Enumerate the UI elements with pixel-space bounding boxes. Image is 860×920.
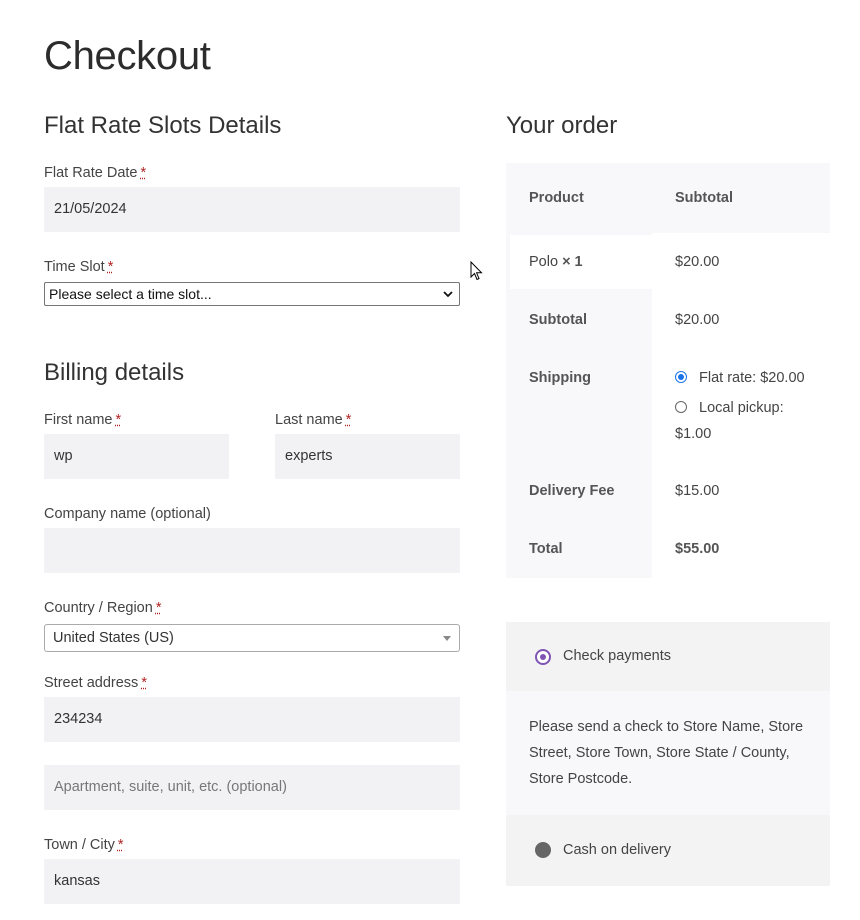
first-name-label-text: First name	[44, 412, 113, 428]
last-name-label-text: Last name	[275, 412, 343, 428]
date-label-text: Flat Rate Date	[44, 165, 138, 181]
slots-heading: Flat Rate Slots Details	[44, 112, 282, 139]
apartment-field[interactable]: Apartment, suite, unit, etc. (optional)	[44, 765, 460, 810]
subtotal-value: $20.00	[675, 312, 720, 328]
city-label: Town / City *	[44, 837, 124, 853]
company-field[interactable]	[44, 528, 460, 573]
country-label: Country / Region *	[44, 600, 161, 616]
required-mark: *	[140, 165, 147, 181]
shipping-label: Shipping	[529, 370, 592, 386]
order-item-name: Polo × 1	[529, 254, 583, 270]
last-name-label: Last name *	[275, 412, 351, 428]
shipping-flat-rate-radio[interactable]	[675, 371, 687, 383]
time-slot-value: Please select a time slot...	[49, 286, 212, 302]
order-table: Product Subtotal Polo × 1 $20.00 Subtota…	[506, 163, 830, 578]
delivery-fee-value: $15.00	[675, 483, 720, 499]
col-subtotal-header: Subtotal	[675, 190, 733, 206]
first-name-field[interactable]: wp	[44, 434, 229, 479]
shipping-local-pickup-radio[interactable]	[675, 401, 687, 413]
city-label-text: Town / City	[44, 837, 115, 853]
country-value: United States (US)	[53, 630, 174, 646]
street-label: Street address *	[44, 675, 147, 691]
street-address-field[interactable]: 234234	[44, 697, 460, 742]
payment-method-cod[interactable]: Cash on delivery	[506, 815, 830, 886]
check-payments-label[interactable]: Check payments	[563, 648, 671, 664]
country-label-text: Country / Region	[44, 600, 153, 616]
billing-heading: Billing details	[44, 359, 185, 386]
page-title: Checkout	[44, 34, 211, 78]
last-name-field[interactable]: experts	[275, 434, 460, 479]
description-line: Please send a check to Store Name, Store	[529, 719, 804, 735]
country-select[interactable]: United States (US)	[44, 624, 460, 652]
check-payments-description: Please send a check to Store Name, Store…	[506, 691, 830, 815]
date-label: Flat Rate Date *	[44, 165, 146, 181]
description-line: Store Postcode.	[529, 771, 633, 787]
description-line: Street, Store Town, Store State / County…	[529, 745, 790, 761]
required-mark: *	[117, 837, 124, 853]
cash-on-delivery-label[interactable]: Cash on delivery	[563, 842, 671, 858]
col-product-header: Product	[529, 190, 584, 206]
required-mark: *	[141, 675, 147, 691]
shipping-flat-rate-label[interactable]: Flat rate: $20.00	[699, 370, 805, 386]
cash-on-delivery-radio[interactable]	[535, 842, 551, 858]
required-mark: *	[155, 600, 162, 616]
payment-method-check[interactable]: Check payments	[506, 622, 830, 691]
item-qty: × 1	[562, 254, 583, 270]
order-heading: Your order	[506, 112, 618, 139]
company-label: Company name (optional)	[44, 506, 211, 522]
time-slot-select[interactable]: Please select a time slot...	[44, 282, 460, 306]
item-name-text: Polo	[529, 254, 559, 270]
time-slot-label: Time Slot *	[44, 259, 113, 275]
required-mark: *	[115, 412, 122, 428]
total-label: Total	[529, 541, 563, 557]
subtotal-label: Subtotal	[529, 312, 587, 328]
total-value: $55.00	[675, 541, 720, 557]
city-field[interactable]: kansas	[44, 859, 460, 904]
required-mark: *	[107, 259, 114, 275]
chevron-down-icon	[443, 285, 453, 307]
mouse-pointer-icon	[470, 260, 484, 286]
order-item-price: $20.00	[675, 254, 720, 270]
delivery-fee-label: Delivery Fee	[529, 483, 615, 499]
shipping-local-pickup-price: $1.00	[675, 426, 712, 442]
caret-down-icon	[443, 636, 451, 641]
time-slot-label-text: Time Slot	[44, 259, 105, 275]
shipping-local-pickup-label[interactable]: Local pickup:	[699, 400, 784, 416]
date-field[interactable]: 21/05/2024	[44, 187, 460, 232]
check-payments-radio[interactable]	[535, 649, 551, 665]
street-label-text: Street address	[44, 675, 139, 691]
required-mark: *	[345, 412, 352, 428]
first-name-label: First name *	[44, 412, 121, 428]
